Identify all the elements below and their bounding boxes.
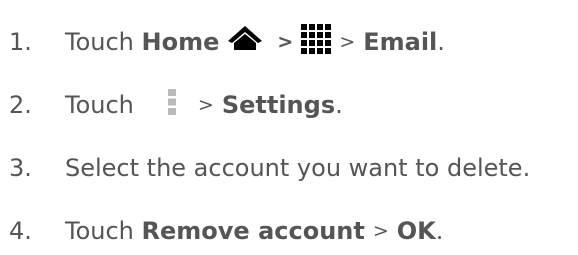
step-verb: Touch (65, 91, 134, 119)
step-text: Select the account you want to delete. (65, 154, 531, 182)
sentence-end: . (437, 28, 445, 56)
step-2: 2. Touch > Settings . (0, 85, 343, 125)
step-number: 1. (9, 28, 32, 56)
remove-account-label: Remove account (141, 217, 365, 245)
separator: > (197, 94, 214, 116)
step-number: 4. (9, 217, 32, 245)
step-number: 2. (9, 91, 32, 119)
step-verb: Touch (65, 28, 134, 56)
step-verb: Touch (65, 217, 134, 245)
home-label: Home (141, 28, 220, 56)
home-icon (227, 24, 263, 60)
step-4: 4. Touch Remove account > OK . (0, 211, 443, 251)
step-number: 3. (9, 154, 32, 182)
apps-grid-icon (301, 24, 332, 60)
settings-label: Settings (221, 91, 336, 119)
step-3: 3. Select the account you want to delete… (0, 148, 530, 188)
sentence-end: . (335, 91, 343, 119)
email-label: Email (363, 28, 438, 56)
ok-label: OK (396, 217, 436, 245)
sentence-end: . (435, 217, 444, 245)
separator: > (277, 31, 294, 53)
menu-overflow-icon (167, 89, 176, 121)
separator: > (372, 220, 389, 242)
step-1: 1. Touch Home > > Email . (0, 22, 445, 62)
instruction-steps: 1. Touch Home > > Email . 2. Touch > Set… (0, 0, 578, 255)
separator: > (339, 31, 356, 53)
